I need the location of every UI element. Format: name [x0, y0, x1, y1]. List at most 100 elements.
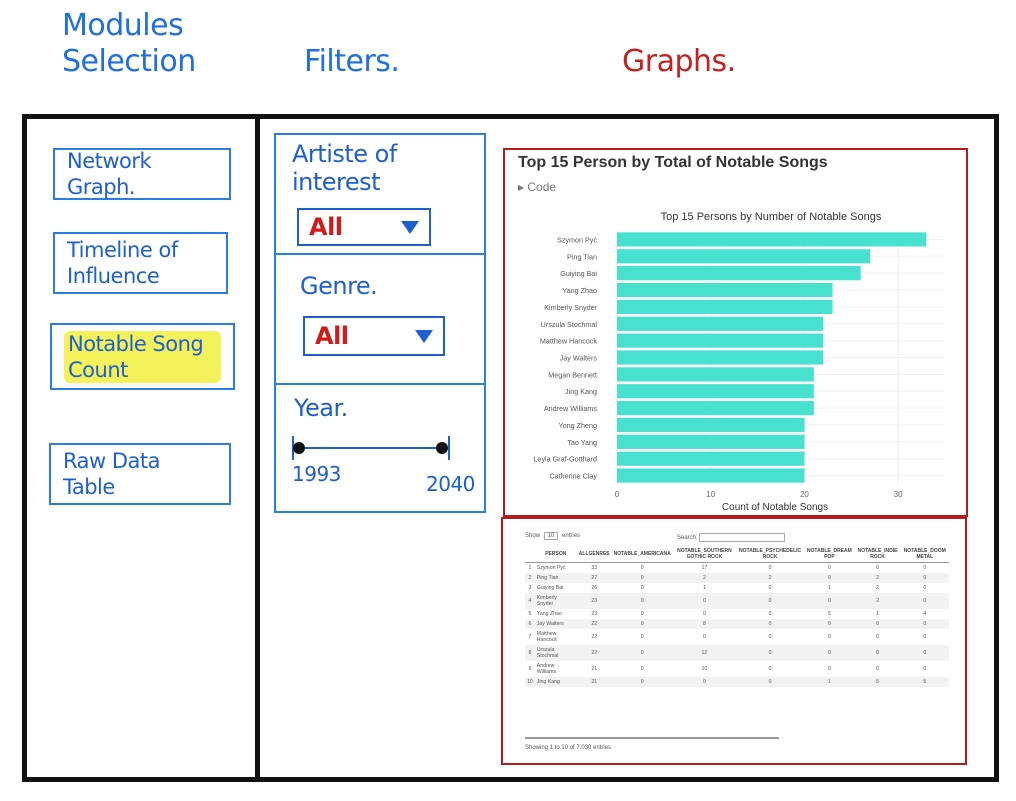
code-toggle[interactable]: ▸ Code — [518, 180, 556, 194]
table-column-header[interactable]: NOTABLE_DOOM METAL — [900, 546, 949, 563]
table-cell: 2 — [672, 573, 737, 583]
artist-filter-dropdown[interactable]: All — [297, 208, 431, 246]
table-cell: 0 — [640, 565, 644, 571]
table-cell: 2 — [736, 573, 805, 583]
table-column-header[interactable]: NOTABLE_SOUTHERN GOTHIC ROCK — [672, 546, 737, 563]
module-raw-data-table-label: Raw Data Table — [63, 449, 161, 499]
table-cell: 0 — [804, 573, 855, 583]
table-row: 2 Ping Tian 27 0 2 2 0 2 0 — [525, 573, 949, 583]
bar — [617, 350, 824, 365]
table-cell: 26 — [591, 585, 598, 591]
table-row: 8 Urszula Stochmal 22 0 12 0 0 0 0 — [525, 645, 949, 661]
table-cell: Kimberly Snyder — [534, 593, 577, 609]
table-cell: 0 — [923, 565, 927, 571]
table-cell: 2 — [854, 573, 901, 583]
table-cell: 0 — [768, 585, 772, 591]
modules-header: Modules Selection — [62, 8, 212, 80]
table-cell: Jay Walters — [534, 619, 577, 629]
table-cell: 8 — [525, 645, 535, 661]
bar — [617, 451, 805, 466]
x-tick-label: 10 — [706, 490, 715, 499]
year-slider-handle-max[interactable] — [436, 442, 448, 454]
year-slider-handle-min[interactable] — [293, 442, 305, 454]
module-raw-data-table-button[interactable]: Raw Data Table — [49, 443, 231, 505]
table-cell: 0 — [923, 666, 927, 672]
table-cell: 1 — [876, 611, 879, 617]
y-tick-label: Megan Bennett — [548, 370, 597, 379]
table-cell: 7 — [528, 634, 532, 640]
chart-section-title: Top 15 Person by Total of Notable Songs — [518, 154, 828, 171]
table-cell: 0 — [611, 593, 673, 609]
y-tick-label: Andrew Williams — [544, 404, 598, 413]
search-input[interactable] — [699, 533, 786, 542]
table-cell: 0 — [854, 619, 901, 629]
table-cell: 0 — [640, 634, 644, 640]
y-tick-label: Guiying Bai — [560, 269, 597, 278]
table-cell: Jing Kang — [534, 677, 577, 687]
y-tick-label: Urszula Stochmal — [541, 320, 598, 329]
table-row: 10 Jing Kang 21 0 0 0 1 5 5 — [525, 677, 949, 687]
table-length-control: Show 10 entries — [525, 532, 580, 540]
table-cell: 9 — [528, 666, 532, 672]
table-cell: 23 — [576, 593, 612, 609]
y-tick-label: Ping Tian — [567, 252, 597, 261]
table-cell: 4 — [923, 611, 927, 617]
table-column-header[interactable]: ALLGENRES — [576, 546, 612, 563]
table-cell: 5 — [827, 611, 831, 617]
table-cell: 1 — [827, 585, 831, 591]
table-cell: 0 — [611, 573, 673, 583]
table-cell: 10 — [701, 666, 708, 672]
table-cell: 0 — [827, 565, 831, 571]
table-cell: 0 — [923, 585, 927, 591]
data-table: PERSON ALLGENRES NOTABLE_AMERICANA NOTABLE_… — [525, 546, 949, 687]
table-cell: 0 — [827, 634, 831, 640]
table-row: 9 Andrew Williams 21 0 10 0 0 0 0 — [525, 661, 949, 677]
table-column-header[interactable]: NOTABLE_PSYCHEDELIC ROCK — [736, 546, 805, 563]
bar — [617, 316, 824, 331]
table-footer-info: Showing 1 to 10 of 7,030 entries — [525, 745, 612, 751]
table-cell: 0 — [804, 593, 855, 609]
table-cell: 0 — [876, 634, 879, 640]
table-panel: Show 10 entries Search: PERSON ALLGENRES N… — [501, 517, 967, 765]
table-cell: 1 — [804, 677, 855, 687]
table-cell: 0 — [768, 634, 772, 640]
table-column-header[interactable]: PERSON — [534, 546, 577, 563]
table-cell: 0 — [672, 593, 737, 609]
table-cell: 0 — [672, 677, 737, 687]
modules-header-line2: Selection — [62, 44, 196, 79]
bar — [617, 401, 814, 416]
table-cell: 0 — [876, 565, 879, 571]
graphs-header: Graphs. — [622, 44, 736, 79]
year-range-slider[interactable] — [290, 436, 456, 460]
table-cell: 1 — [702, 585, 706, 591]
module-network-graph-button[interactable]: Network Graph. — [53, 148, 231, 200]
entries-select[interactable]: 10 — [543, 532, 559, 540]
y-tick-label: Jing Kang — [565, 387, 597, 396]
module-timeline-button[interactable]: Timeline of Influence — [53, 232, 228, 294]
table-cell: 0 — [640, 666, 644, 672]
table-column-header[interactable]: NOTABLE_INDIE ROCK — [854, 546, 901, 563]
genre-filter-dropdown[interactable]: All — [303, 316, 445, 356]
x-tick-label: 30 — [894, 490, 903, 499]
module-notable-song-count-button[interactable]: Notable Song Count — [50, 323, 235, 390]
table-cell: 17 — [701, 565, 708, 571]
table-cell: 0 — [804, 619, 855, 629]
year-slider-tick-right — [448, 436, 450, 460]
table-cell: 2 — [525, 573, 535, 583]
bar-chart: Top 15 Persons by Number of Notable Song… — [533, 211, 945, 513]
y-tick-label: Yang Zhao — [562, 286, 597, 295]
table-column-header[interactable]: NOTABLE_AMERICANA — [611, 546, 673, 563]
table-column-header[interactable] — [525, 546, 535, 563]
table-cell: 0 — [876, 666, 879, 672]
y-tick-label: Szymon Pyć — [557, 235, 597, 244]
table-cell: 0 — [900, 573, 949, 583]
year-slider-track — [294, 447, 450, 449]
table-cell: Matthew Hancock — [536, 631, 557, 643]
table-horizontal-scrollbar[interactable] — [525, 737, 779, 739]
table-cell: 2 — [876, 585, 879, 591]
table-row: 6 Jay Walters 22 0 8 0 0 0 0 — [525, 619, 949, 629]
y-tick-label: Matthew Hancock — [540, 337, 598, 346]
table-cell: 27 — [576, 573, 612, 583]
table-cell: 22 — [591, 634, 598, 640]
table-column-header[interactable]: NOTABLE_DREAM POP — [804, 546, 855, 563]
